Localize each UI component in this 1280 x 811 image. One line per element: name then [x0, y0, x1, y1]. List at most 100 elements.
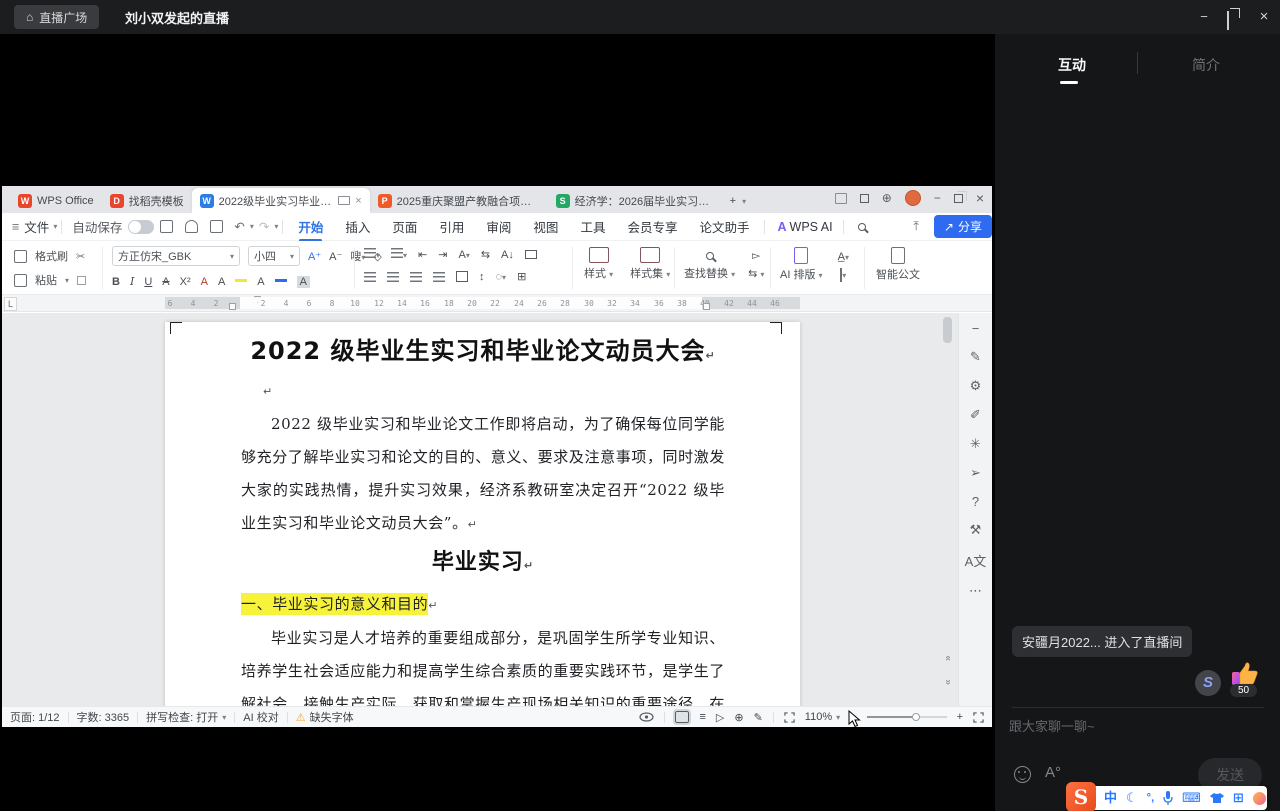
menu-member[interactable]: 会员专享 — [616, 217, 688, 236]
italic-button[interactable]: I — [130, 275, 134, 288]
tab-current-document[interactable]: W 2022级毕业实习毕业论文动… × — [192, 188, 370, 213]
tab-list-chevron[interactable]: ▾ — [740, 189, 748, 213]
menu-thesis-helper[interactable]: 论文助手 — [688, 217, 760, 236]
align-center-button[interactable] — [387, 272, 399, 282]
zoom-slider[interactable] — [867, 716, 947, 718]
eye-icon[interactable] — [639, 712, 654, 722]
globe-icon[interactable]: ⊕ — [882, 191, 892, 205]
redo-chevron-icon[interactable]: ▾ — [274, 222, 278, 231]
edit-mode-icon[interactable]: ✎ — [754, 711, 763, 724]
print-icon[interactable] — [185, 220, 198, 233]
tab-wps-office[interactable]: W WPS Office — [10, 189, 102, 213]
wps-minimize-icon[interactable]: − — [934, 191, 941, 205]
sogou-logo-icon[interactable]: S — [1066, 782, 1096, 811]
ime-mic-icon[interactable] — [1163, 791, 1173, 805]
outline-view-icon[interactable]: ≡ — [699, 711, 705, 723]
tab-intro[interactable]: 简介 — [1192, 55, 1220, 75]
menu-home[interactable]: 开始 — [287, 217, 334, 236]
ai-tools-wand-icon[interactable]: ✳ — [970, 436, 981, 452]
tab-interact[interactable]: 互动 — [1058, 55, 1086, 75]
fit-page-icon[interactable] — [784, 712, 795, 723]
skin-icon[interactable]: ⚒ — [970, 522, 982, 538]
ime-halfwidth-moon-icon[interactable]: ☾ — [1126, 786, 1138, 810]
web-view-icon[interactable]: ⊕ — [734, 711, 743, 724]
signature-icon[interactable]: ✐ — [970, 407, 981, 423]
typeset-button[interactable]: A̲▾ ▾ — [838, 251, 849, 281]
text-direction-button[interactable]: ⇆ — [481, 248, 490, 261]
copy-icon[interactable] — [77, 276, 86, 285]
more-tools-icon[interactable]: ⋯ — [969, 583, 982, 599]
menu-review[interactable]: 审阅 — [475, 217, 522, 236]
page-view-icon[interactable] — [675, 711, 689, 723]
account-avatar[interactable] — [905, 190, 921, 206]
font-color-button[interactable]: A — [257, 276, 264, 288]
tab-xls-economics[interactable]: S 经济学：2026届毕业实习方式及分组 — [548, 189, 726, 213]
text-style-icon[interactable]: A° — [1045, 764, 1061, 781]
shading-button[interactable]: ◌▾ — [496, 271, 507, 283]
format-painter-button[interactable]: 格式刷 ✂ — [14, 248, 86, 264]
select-cursor-icon[interactable]: ➢ — [970, 465, 981, 481]
redo-icon[interactable]: ↷ — [259, 219, 269, 234]
missing-font-warning[interactable]: ⚠ 缺失字体 — [296, 709, 354, 725]
font-effects-button[interactable]: A — [201, 276, 208, 288]
collapse-toolbar-icon[interactable]: − — [972, 321, 980, 336]
style-set-button[interactable]: 样式集 ▾ — [630, 247, 670, 281]
underline-button[interactable]: U — [144, 276, 152, 288]
document-canvas[interactable]: 2022 级毕业生实习和毕业论文动员大会↵ ↵ 2022 级毕业实习和毕业论文工… — [2, 313, 992, 706]
previous-page-button[interactable]: « — [943, 656, 954, 668]
help-icon[interactable]: ? — [972, 494, 979, 509]
autosave-toggle[interactable] — [128, 220, 154, 234]
ai-proofread-button[interactable]: AI 校对 — [243, 709, 278, 725]
window-minimize-button[interactable]: − — [1196, 9, 1212, 25]
document-body[interactable]: 2022 级毕业生实习和毕业论文动员大会↵ ↵ 2022 级毕业实习和毕业论文工… — [241, 332, 725, 706]
next-page-button[interactable]: » — [943, 680, 954, 692]
play-view-icon[interactable]: ▷ — [716, 711, 724, 724]
chat-input[interactable] — [1009, 716, 1199, 756]
menu-insert[interactable]: 插入 — [334, 217, 381, 236]
bullet-list-button[interactable]: ▾ — [364, 248, 380, 261]
settings-sliders-icon[interactable]: ⚙ — [970, 378, 982, 394]
right-indent-marker[interactable] — [703, 303, 710, 310]
tab-close-icon[interactable]: × — [355, 195, 361, 207]
horizontal-ruler[interactable]: 6 4 2 2 4 6 8 10 12 14 16 18 20 22 24 26… — [2, 295, 992, 312]
tab-docer-templates[interactable]: D 找稻壳模板 — [102, 189, 192, 213]
wps-close-icon[interactable]: × — [976, 190, 984, 206]
zoom-in-button[interactable]: + — [957, 711, 963, 723]
select-button[interactable]: ▻ ⇆ ▾ — [748, 249, 764, 280]
decrease-font-button[interactable]: A⁻ — [329, 250, 342, 263]
share-screen-icon[interactable] — [835, 193, 847, 204]
menu-view[interactable]: 视图 — [522, 217, 569, 236]
word-count[interactable]: 字数: 3365 — [77, 709, 130, 725]
ime-emoji-icon[interactable] — [1253, 792, 1266, 805]
superscript-button[interactable]: X² — [180, 276, 191, 288]
align-left-button[interactable] — [364, 272, 376, 282]
ime-language-icon[interactable]: 中 — [1104, 786, 1117, 810]
vertical-scrollbar[interactable] — [943, 317, 952, 343]
fullscreen-icon[interactable] — [973, 712, 984, 723]
ime-toolbox-icon[interactable]: ⊞ — [1233, 786, 1244, 810]
increase-indent-button[interactable]: ⇥ — [438, 248, 447, 261]
spellcheck-status[interactable]: 拼写检查: 打开▾ — [146, 709, 226, 725]
edit-pen-icon[interactable]: ✎ — [970, 349, 981, 365]
bold-button[interactable]: B — [112, 276, 120, 288]
ime-keyboard-icon[interactable]: ⌨ — [1182, 786, 1201, 810]
styles-button[interactable]: 样式 ▾ — [584, 247, 613, 281]
left-indent-marker[interactable] — [229, 303, 236, 310]
distribute-icon[interactable] — [456, 271, 468, 282]
ai-layout-button[interactable]: AI 排版 ▾ — [780, 247, 823, 282]
menu-page[interactable]: 页面 — [381, 217, 428, 236]
window-close-button[interactable]: × — [1256, 9, 1272, 25]
increase-font-button[interactable]: A⁺ — [308, 250, 321, 263]
translate-icon[interactable]: A文 — [965, 551, 987, 570]
print-preview-icon[interactable] — [210, 220, 223, 233]
wps-restore-icon[interactable] — [954, 194, 963, 203]
zoom-level[interactable]: 110%▾ — [805, 711, 840, 723]
undo-icon[interactable]: ↶ — [234, 219, 244, 234]
paste-button[interactable]: 粘贴 ▾ — [14, 272, 86, 288]
zoom-slider-handle[interactable] — [912, 713, 920, 721]
line-spacing-button[interactable]: ↕ — [479, 271, 485, 283]
share-button[interactable]: ↗ 分享 — [934, 215, 992, 238]
numbered-list-button[interactable]: ▾ — [391, 248, 407, 261]
tab-ppt-project[interactable]: P 2025重庆聚盟产教融合项目-1028.p — [370, 189, 548, 213]
window-restore-button[interactable] — [1227, 12, 1229, 30]
